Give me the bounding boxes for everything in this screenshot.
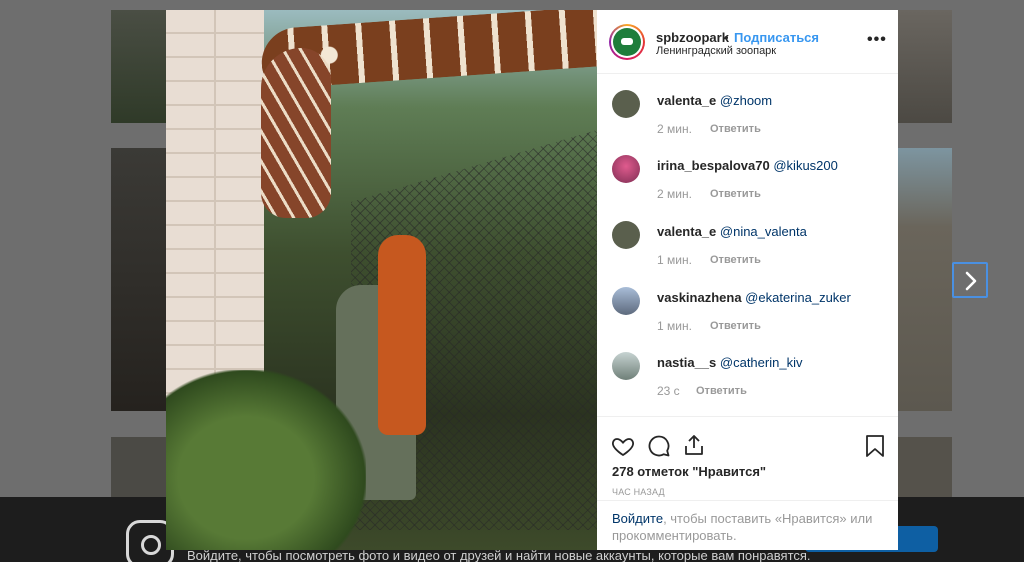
grid-thumbnail[interactable] (111, 148, 171, 411)
grid-thumbnail[interactable] (898, 148, 952, 411)
comment-username[interactable]: valenta_e (657, 224, 716, 239)
post-side-panel: spbzoopark • Подписаться Ленинградский з… (597, 10, 898, 550)
grid-thumbnail[interactable] (111, 10, 171, 123)
grid-thumbnail[interactable] (898, 10, 952, 123)
comment-item: irina_bespalova70 @kikus200 2 мин. Ответ… (597, 155, 898, 221)
bookmark-icon[interactable] (863, 434, 887, 458)
login-link[interactable]: Войдите (612, 511, 663, 526)
commenter-avatar[interactable] (612, 287, 640, 315)
comment-username[interactable]: nastia__s (657, 355, 716, 370)
comment-time[interactable]: 2 мин. (657, 187, 692, 201)
next-post-button[interactable] (952, 262, 988, 298)
chevron-right-icon (965, 271, 977, 291)
login-prompt: Войдите, чтобы поставить «Нравится» или … (597, 500, 898, 550)
post-photo[interactable] (166, 10, 597, 550)
follow-button[interactable]: Подписаться (734, 30, 819, 45)
login-banner-text: Войдите, чтобы посмотреть фото и видео о… (187, 548, 811, 562)
photo-plants (166, 370, 366, 550)
share-icon[interactable] (682, 433, 706, 457)
more-options-icon[interactable]: ••• (867, 31, 887, 49)
likes-count[interactable]: 278 отметок "Нравится" (612, 464, 766, 479)
reply-button[interactable]: Ответить (696, 385, 747, 397)
commenter-avatar[interactable] (612, 352, 640, 380)
zoo-logo-icon (613, 28, 641, 56)
commenter-avatar[interactable] (612, 90, 640, 118)
commenter-avatar[interactable] (612, 221, 640, 249)
post-username[interactable]: spbzoopark (656, 30, 729, 45)
comment-item: nastia__s @catherin_kiv 23 с Ответить (597, 352, 898, 418)
grid-thumbnail[interactable] (898, 437, 952, 497)
post-time-ago[interactable]: ЧАС НАЗАД (612, 487, 665, 497)
comment-time[interactable]: 2 мин. (657, 122, 692, 136)
commenter-avatar[interactable] (612, 155, 640, 183)
separator-dot: • (724, 30, 729, 45)
post-header: spbzoopark • Подписаться Ленинградский з… (597, 10, 898, 74)
comment-username[interactable]: irina_bespalova70 (657, 158, 770, 173)
comment-item: vaskinazhena @ekaterina_zuker 1 мин. Отв… (597, 287, 898, 353)
comment-username[interactable]: valenta_e (657, 93, 716, 108)
comment-icon[interactable] (647, 434, 671, 458)
heart-icon[interactable] (611, 434, 635, 458)
comment-mention[interactable]: @zhoom (720, 93, 772, 108)
reply-button[interactable]: Ответить (710, 123, 761, 135)
comment-mention[interactable]: @catherin_kiv (720, 355, 803, 370)
comment-time[interactable]: 23 с (657, 384, 680, 398)
post-location[interactable]: Ленинградский зоопарк (656, 45, 776, 57)
reply-button[interactable]: Ответить (710, 254, 761, 266)
comment-item: valenta_e @nina_valenta 1 мин. Ответить (597, 221, 898, 287)
photo-woman-hair (378, 235, 426, 435)
comment-time[interactable]: 1 мин. (657, 253, 692, 267)
comment-mention[interactable]: @ekaterina_zuker (745, 290, 851, 305)
post-actions: 278 отметок "Нравится" ЧАС НАЗАД (597, 416, 898, 500)
comment-item: valenta_e @zhoom 2 мин. Ответить (597, 90, 898, 156)
photo-giraffe-head (261, 48, 331, 218)
comment-mention[interactable]: @kikus200 (773, 158, 838, 173)
comment-time[interactable]: 1 мин. (657, 319, 692, 333)
comment-username[interactable]: vaskinazhena (657, 290, 742, 305)
reply-button[interactable]: Ответить (710, 188, 761, 200)
reply-button[interactable]: Ответить (710, 320, 761, 332)
grid-thumbnail[interactable] (111, 437, 171, 497)
comment-mention[interactable]: @nina_valenta (720, 224, 807, 239)
profile-avatar[interactable] (609, 24, 645, 60)
